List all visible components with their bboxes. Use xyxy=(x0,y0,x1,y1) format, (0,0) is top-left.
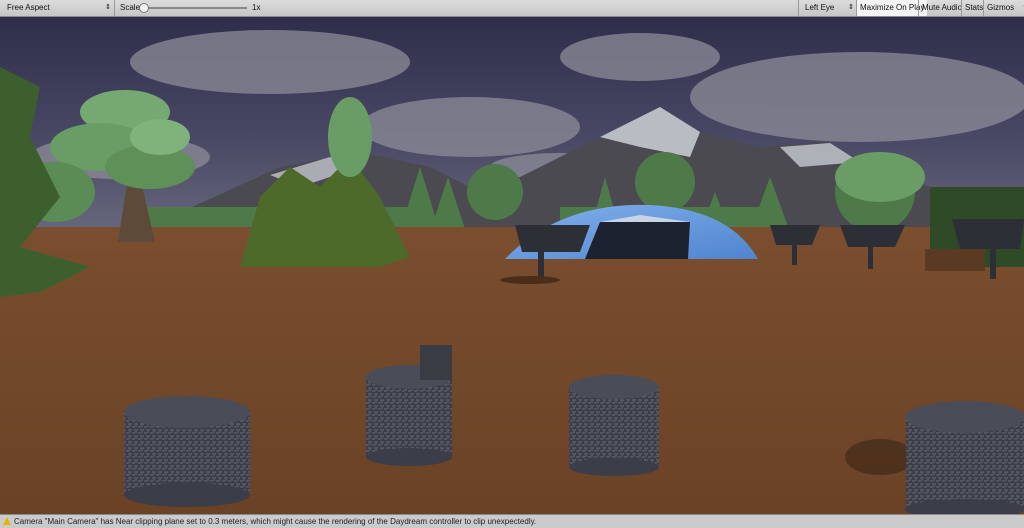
maximize-on-play-button[interactable]: Maximize On Play xyxy=(856,0,928,16)
scale-slider-track[interactable] xyxy=(143,7,247,9)
gizmos-label: Gizmos xyxy=(987,3,1015,12)
scale-label: Scale xyxy=(120,3,141,12)
aspect-dropdown[interactable]: Free Aspect ⇕ xyxy=(0,0,115,16)
warning-icon xyxy=(3,517,11,525)
aspect-label: Free Aspect xyxy=(7,3,50,12)
gizmos-dropdown[interactable]: Gizmos ▾ xyxy=(983,0,1024,16)
aspect-dropdown-icon: ⇕ xyxy=(105,4,111,11)
console-status-bar[interactable]: Camera "Main Camera" has Near clipping p… xyxy=(0,514,1024,528)
scale-value: 1x xyxy=(252,3,261,12)
eye-dropdown[interactable]: Left Eye ⇕ xyxy=(798,0,857,16)
stump-left xyxy=(124,396,250,507)
mute-audio-button[interactable]: Mute Audio xyxy=(918,0,965,16)
stump-center-right xyxy=(569,375,659,476)
status-message: Camera "Main Camera" has Near clipping p… xyxy=(14,517,537,526)
eye-dropdown-icon: ⇕ xyxy=(848,4,854,11)
game-view-toolbar: Free Aspect ⇕ Scale 1x Left Eye ⇕ Maximi… xyxy=(0,0,1024,17)
eye-label: Left Eye xyxy=(805,3,835,12)
game-view[interactable] xyxy=(0,17,1024,514)
scale-slider-handle[interactable] xyxy=(139,3,149,13)
